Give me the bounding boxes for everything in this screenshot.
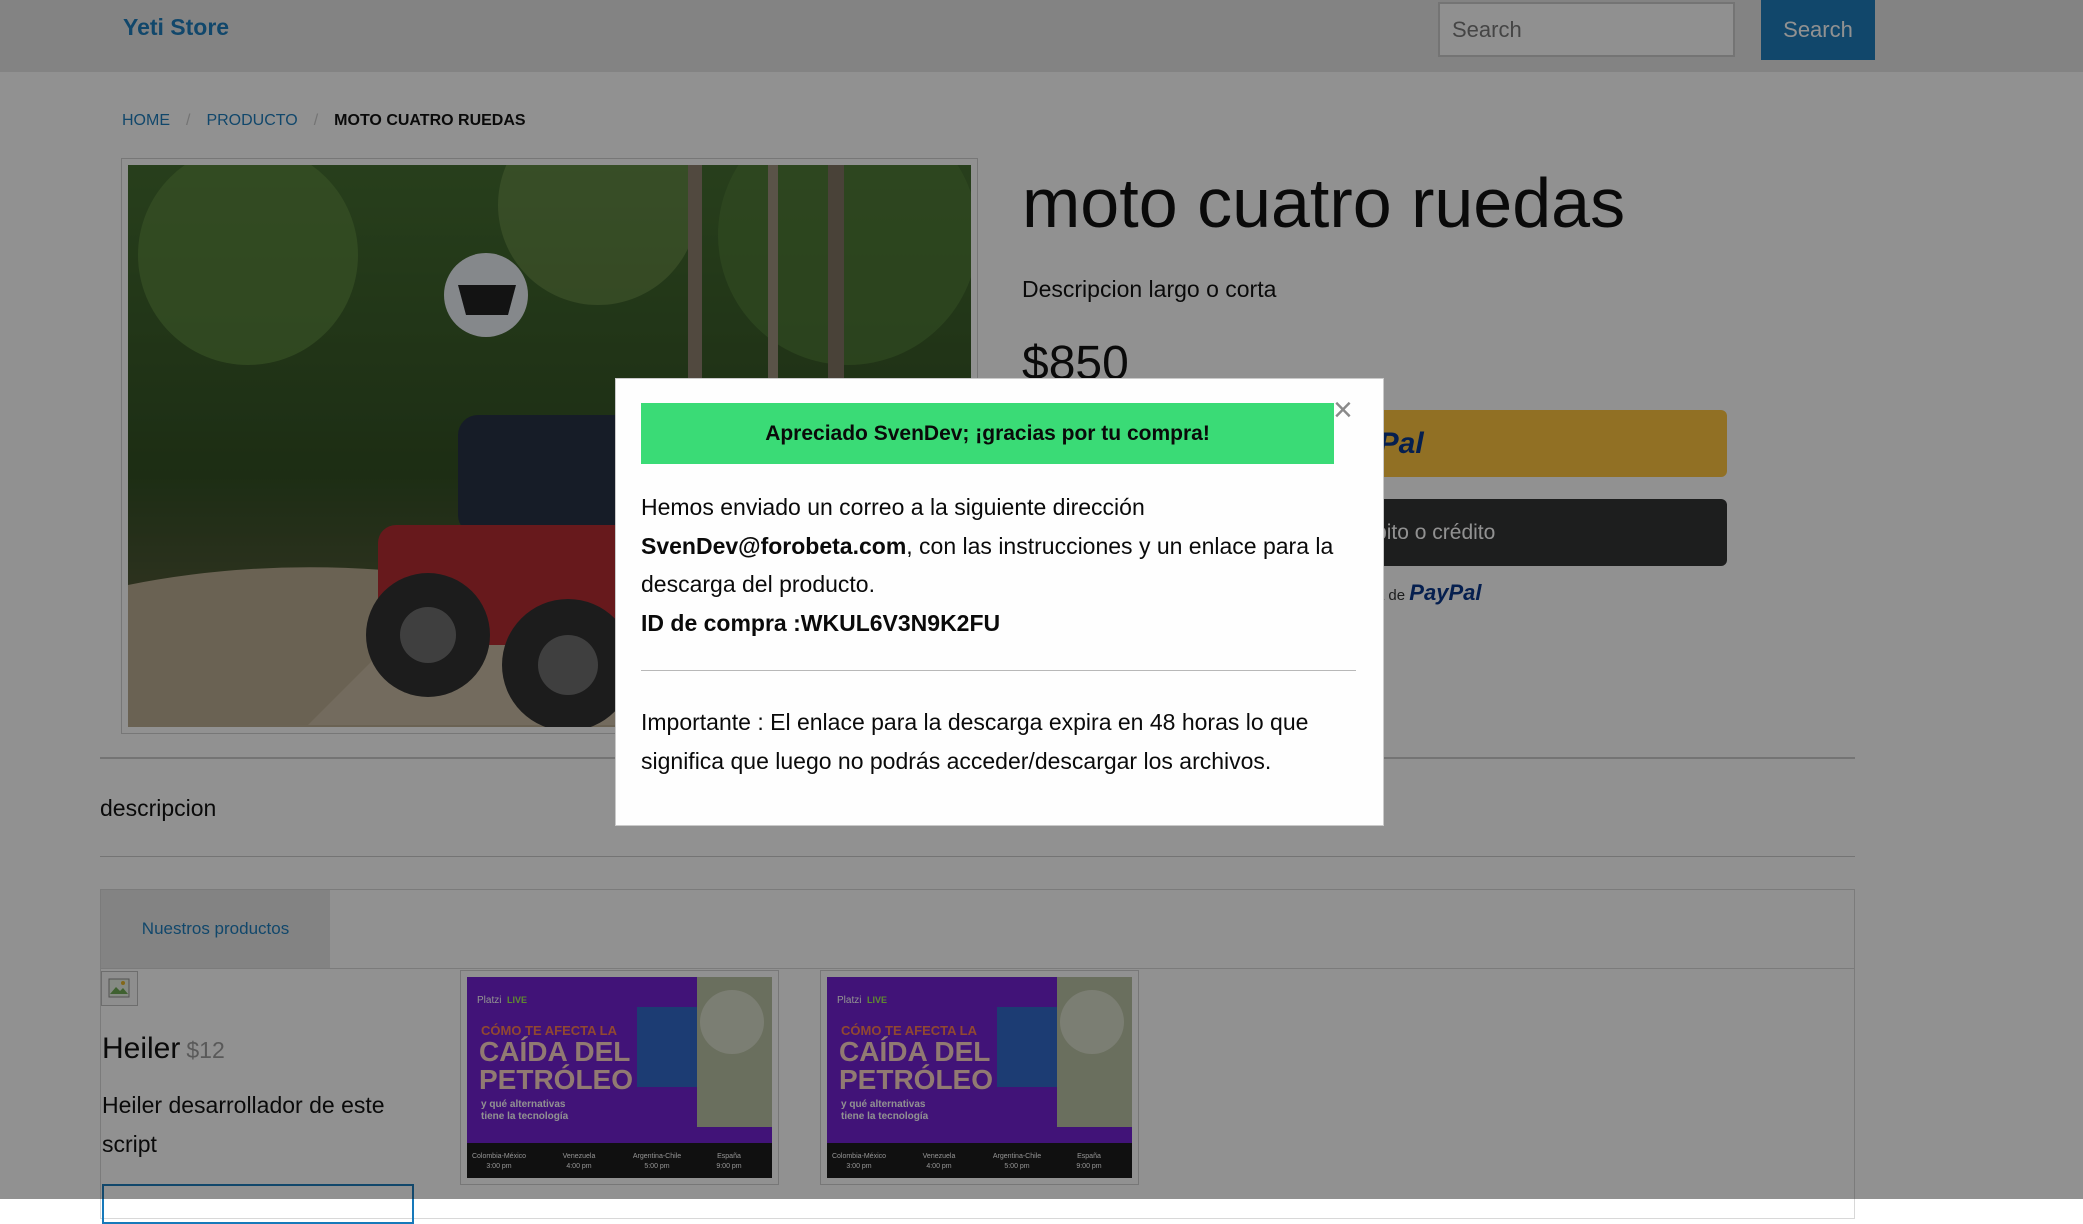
success-banner: Apreciado SvenDev; ¡gracias por tu compr… [641,403,1334,464]
email-intro: Hemos enviado un correo a la siguiente d… [641,494,1145,520]
purchase-id: WKUL6V3N9K2FU [800,609,1001,636]
purchase-confirmation-modal: × Apreciado SvenDev; ¡gracias por tu com… [615,378,1384,826]
download-expiry-note: Importante : El enlace para la descarga … [641,709,1309,774]
close-icon[interactable]: × [1333,393,1353,427]
customer-email: SvenDev@forobeta.com [641,532,907,559]
modal-divider [641,670,1356,671]
modal-body: Hemos enviado un correo a la siguiente d… [641,488,1361,642]
purchase-id-label: ID de compra : [641,609,801,636]
